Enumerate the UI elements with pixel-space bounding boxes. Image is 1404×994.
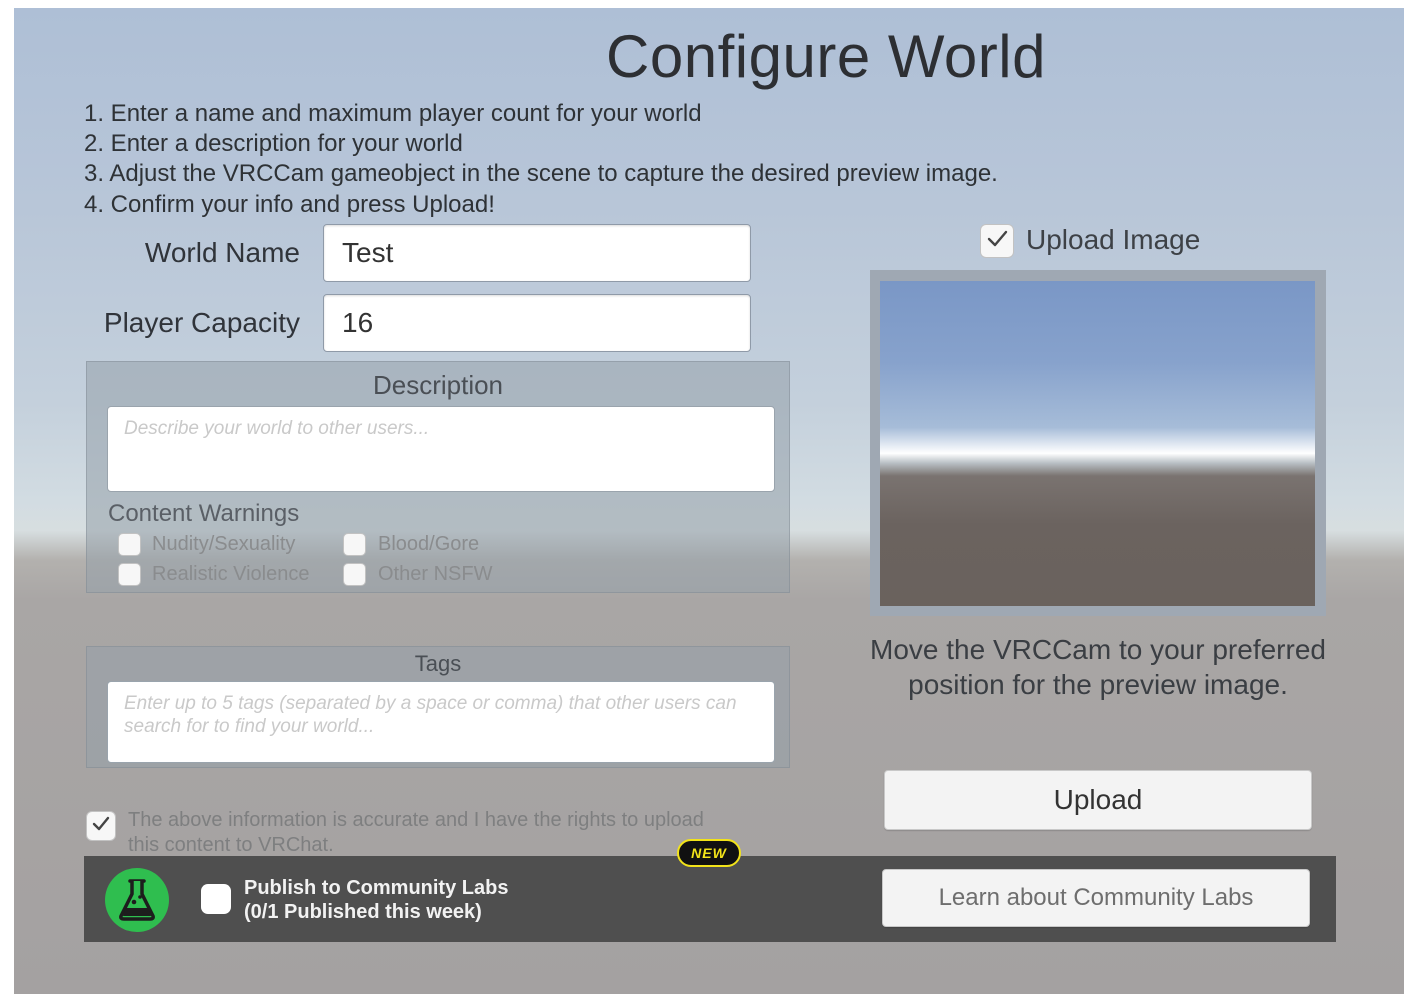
upload-image-label: Upload Image [1026,224,1201,255]
description-group: Description Describe your world to other… [86,361,790,593]
tags-title: Tags [414,651,462,676]
learn-community-labs-button[interactable]: Learn about Community Labs [882,869,1310,927]
description-title: Description [372,370,504,400]
preview-image-frame [870,270,1326,616]
nudity-sexuality-checkbox[interactable] [118,533,141,556]
world-name-input[interactable]: Test [323,224,751,282]
publish-label-line-1: Publish to Community Labs [244,877,509,899]
preview-image [880,281,1315,606]
checkmark-icon [985,228,1009,255]
player-capacity-input[interactable]: 16 [323,294,751,352]
flask-icon [105,868,169,932]
instruction-step-2: 2. Enter a description for your world [84,130,463,157]
page-title: Configure World [606,23,1046,90]
realistic-violence-label: Realistic Violence [152,563,310,585]
player-capacity-label: Player Capacity [103,307,300,338]
realistic-violence-checkbox[interactable] [118,563,141,586]
nudity-sexuality-label: Nudity/Sexuality [152,533,296,555]
tags-input[interactable]: Enter up to 5 tags (separated by a space… [107,681,775,763]
upload-button[interactable]: Upload [884,770,1312,830]
preview-caption: Move the VRCCam to your preferred positi… [870,634,1326,700]
other-nsfw-label: Other NSFW [378,563,493,585]
checkmark-icon [91,815,111,838]
upload-image-checkbox[interactable] [980,224,1014,258]
instruction-step-4: 4. Confirm your info and press Upload! [84,191,495,218]
description-input[interactable]: Describe your world to other users... [107,406,775,492]
rights-confirmation-checkbox[interactable] [86,811,116,841]
new-badge: NEW [677,839,741,867]
community-labs-bar: Publish to Community Labs (0/1 Published… [84,856,1336,942]
content-warnings-title: Content Warnings [108,500,300,527]
publish-community-labs-checkbox[interactable] [201,884,231,914]
blood-gore-checkbox[interactable] [343,533,366,556]
instruction-step-1: 1. Enter a name and maximum player count… [84,100,702,127]
world-name-label: World Name [144,237,300,268]
instruction-step-3: 3. Adjust the VRCCam gameobject in the s… [84,160,998,187]
tags-group: Tags Enter up to 5 tags (separated by a … [86,646,790,768]
publish-label-line-2: (0/1 Published this week) [244,901,482,923]
blood-gore-label: Blood/Gore [378,533,480,555]
configure-world-panel: Configure World 1. Enter a name and maxi… [14,8,1404,994]
rights-confirmation-text: The above information is accurate and I … [128,809,704,856]
other-nsfw-checkbox[interactable] [343,563,366,586]
publish-community-labs-label: Publish to Community Labs (0/1 Published… [244,876,508,924]
